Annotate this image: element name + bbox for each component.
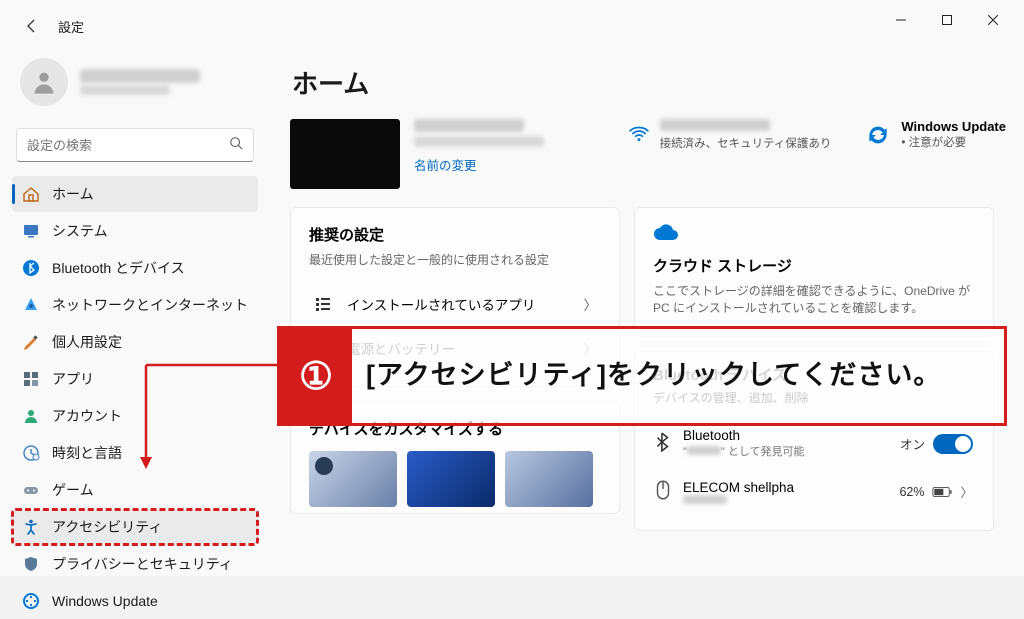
sidebar-item-network[interactable]: ネットワークとインターネット: [12, 287, 258, 323]
user-name-redacted: [80, 69, 200, 83]
annotation-number: ①: [280, 329, 352, 423]
network-icon: [22, 296, 40, 314]
gaming-icon: [22, 481, 40, 499]
theme-thumb[interactable]: [505, 451, 593, 507]
wifi-ssid-redacted: [660, 119, 770, 131]
annotation-arrow: [131, 365, 161, 480]
bluetooth-icon: [655, 432, 671, 455]
clock-icon: [22, 444, 40, 462]
battery-icon: [932, 486, 952, 498]
shield-icon: [22, 555, 40, 573]
sidebar-item-personalization[interactable]: 個人用設定: [12, 324, 258, 360]
close-button[interactable]: [970, 4, 1016, 36]
setting-row-label: インストールされているアプリ: [347, 294, 535, 314]
titlebar: [0, 0, 1024, 40]
toggle-label: オン: [900, 434, 925, 453]
system-icon: [22, 222, 40, 240]
card-subtitle: 最近使用した設定と一般的に使用される設定: [309, 251, 601, 268]
sidebar-item-label: ネットワークとインターネット: [52, 295, 248, 315]
sidebar-item-label: プライバシーとセキュリティ: [52, 554, 233, 574]
card-title: 推奨の設定: [309, 224, 601, 245]
sync-icon: [865, 122, 891, 148]
annotation-text: [アクセシビリティ]をクリックしてください。: [352, 329, 1004, 423]
sidebar-item-label: Bluetooth とデバイス: [52, 258, 185, 278]
sidebar-item-label: アカウント: [52, 406, 122, 426]
user-profile[interactable]: [12, 46, 258, 124]
cloud-icon: [653, 224, 975, 247]
sidebar-item-system[interactable]: システム: [12, 213, 258, 249]
sidebar-item-bluetooth[interactable]: Bluetooth とデバイス: [12, 250, 258, 286]
personalization-icon: [22, 333, 40, 351]
windows-update-block[interactable]: Windows Update • 注意が必要: [865, 119, 1006, 150]
bluetooth-icon: [22, 259, 40, 277]
battery-percent: 62%: [899, 485, 924, 499]
maximize-button[interactable]: [924, 4, 970, 36]
search-input[interactable]: [27, 138, 229, 153]
bt-name: Bluetooth: [683, 428, 805, 443]
sidebar-item-label: Windows Update: [52, 593, 158, 609]
theme-thumb[interactable]: [309, 451, 397, 507]
setting-row-installed-apps[interactable]: インストールされているアプリ 〉: [309, 282, 601, 326]
bluetooth-toggle[interactable]: [933, 434, 973, 454]
accounts-icon: [22, 407, 40, 425]
minimize-button[interactable]: [878, 4, 924, 36]
user-info: [80, 69, 200, 95]
windows-update-icon: [22, 592, 40, 610]
sidebar-item-accessibility[interactable]: アクセシビリティ: [12, 509, 258, 545]
top-info-row: 名前の変更 接続済み、セキュリティ保護あり Windows Update: [290, 119, 1006, 189]
device-name: ELECOM shellpha: [683, 480, 794, 495]
back-button[interactable]: [12, 6, 52, 46]
windows-update-title: Windows Update: [901, 119, 1006, 134]
sidebar-item-label: 個人用設定: [52, 332, 122, 352]
sidebar-item-windows-update[interactable]: Windows Update: [12, 583, 258, 619]
main-content: ホーム 名前の変更 接続済み、セキュリティ保護あり: [290, 54, 1006, 576]
pc-wallpaper-thumb: [290, 119, 400, 189]
sidebar: ホーム システム Bluetooth とデバイス ネットワークとインターネット …: [0, 46, 270, 619]
device-status-redacted: [683, 495, 727, 504]
pc-block[interactable]: 名前の変更: [290, 119, 544, 189]
search-box[interactable]: [16, 128, 254, 162]
header-row: 設定: [0, 4, 84, 48]
app-title: 設定: [58, 17, 84, 36]
wifi-status: 接続済み、セキュリティ保護あり: [660, 135, 832, 151]
sidebar-item-label: 時刻と言語: [52, 443, 122, 463]
windows-update-status: • 注意が必要: [901, 134, 1006, 150]
sidebar-item-home[interactable]: ホーム: [12, 176, 258, 212]
bt-device-row[interactable]: ELECOM shellpha 62% 〉: [653, 469, 975, 514]
accessibility-icon: [22, 518, 40, 536]
sidebar-item-label: システム: [52, 221, 108, 241]
sidebar-item-label: ゲーム: [52, 480, 94, 500]
rename-link[interactable]: 名前の変更: [414, 155, 544, 174]
user-email-redacted: [80, 85, 170, 95]
pc-name-redacted: [414, 119, 524, 132]
pc-model-redacted: [414, 136, 544, 147]
bt-discoverable: "" として発見可能: [683, 443, 805, 459]
sidebar-item-privacy[interactable]: プライバシーとセキュリティ: [12, 546, 258, 582]
cloud-storage-card: クラウド ストレージ ここでストレージの詳細を確認できるように、OneDrive…: [634, 207, 994, 337]
theme-thumb[interactable]: [407, 451, 495, 507]
search-icon: [229, 136, 243, 155]
page-title: ホーム: [292, 64, 1006, 101]
chevron-right-icon: 〉: [960, 482, 973, 501]
mouse-icon: [655, 479, 671, 504]
settings-window: 設定 ホーム システム: [0, 0, 1024, 576]
sidebar-item-label: アプリ: [52, 369, 94, 389]
apps-list-icon: [313, 295, 333, 313]
sidebar-item-label: ホーム: [52, 184, 94, 204]
card-title: クラウド ストレージ: [653, 255, 975, 276]
chevron-right-icon: 〉: [584, 294, 598, 314]
apps-icon: [22, 370, 40, 388]
wifi-icon: [628, 122, 650, 149]
pc-info: 名前の変更: [414, 119, 544, 174]
card-subtitle: ここでストレージの詳細を確認できるように、OneDrive が PC にインスト…: [653, 282, 975, 316]
avatar-icon: [20, 58, 68, 106]
annotation-callout: ① [アクセシビリティ]をクリックしてください。: [277, 326, 1007, 426]
home-icon: [22, 185, 40, 203]
wifi-block[interactable]: 接続済み、セキュリティ保護あり: [628, 119, 832, 151]
sidebar-item-label: アクセシビリティ: [52, 517, 162, 537]
